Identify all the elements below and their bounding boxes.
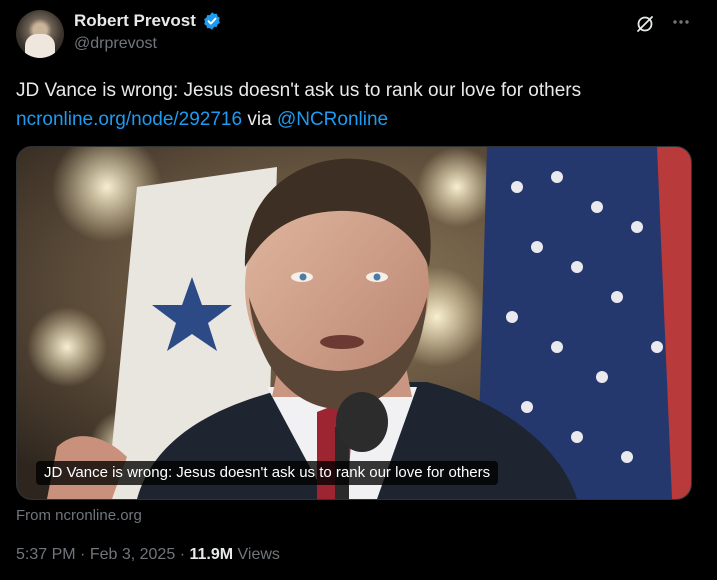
views-label: Views: [237, 546, 280, 563]
card-caption: JD Vance is wrong: Jesus doesn't ask us …: [36, 461, 499, 485]
via-label: via: [247, 109, 272, 130]
link-card[interactable]: JD Vance is wrong: Jesus doesn't ask us …: [16, 146, 692, 500]
avatar[interactable]: [16, 10, 64, 58]
card-photo: [17, 147, 691, 499]
tweet-link-line: ncronline.org/node/292716 via @NCRonline: [16, 105, 696, 134]
article-link[interactable]: ncronline.org/node/292716: [16, 109, 242, 130]
author-name-row: Robert Prevost: [74, 11, 222, 31]
avatar-figure: [25, 34, 55, 58]
meta-separator: ·: [80, 546, 86, 563]
tweet-time[interactable]: 5:37 PM: [16, 546, 76, 563]
grok-icon[interactable]: [635, 14, 655, 34]
more-icon[interactable]: [671, 12, 691, 36]
tweet-date[interactable]: Feb 3, 2025: [90, 546, 175, 563]
author-handle[interactable]: @drprevost: [74, 35, 157, 53]
card-source[interactable]: From ncronline.org: [16, 507, 142, 524]
views-count[interactable]: 11.9M: [189, 546, 233, 563]
verified-badge-icon: [202, 11, 222, 31]
tweet-meta: 5:37 PM · Feb 3, 2025 · 11.9M Views: [16, 546, 280, 564]
top-actions: [635, 12, 691, 36]
meta-separator-2: ·: [179, 546, 186, 563]
mention-link[interactable]: @NCRonline: [277, 109, 388, 130]
tweet-text: JD Vance is wrong: Jesus doesn't ask us …: [16, 76, 696, 134]
author-name[interactable]: Robert Prevost: [74, 11, 196, 31]
tweet-body: JD Vance is wrong: Jesus doesn't ask us …: [16, 80, 582, 101]
